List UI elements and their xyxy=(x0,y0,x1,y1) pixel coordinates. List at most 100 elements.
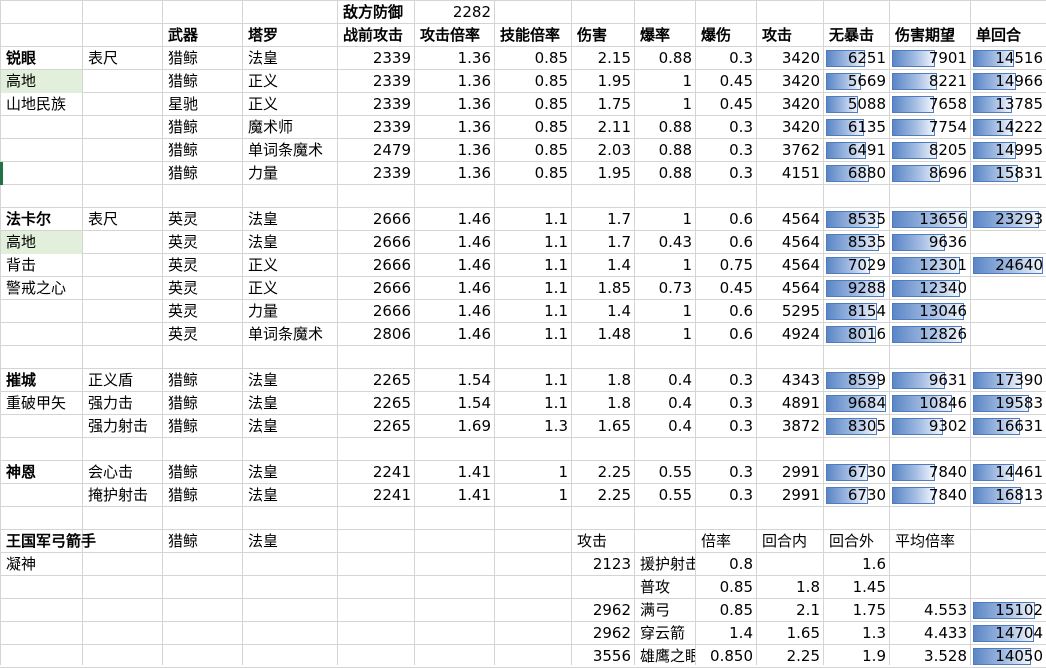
archer-in-round-cell[interactable]: 1.8 xyxy=(757,576,823,599)
atk-mult-cell[interactable]: 1.46 xyxy=(415,231,494,254)
atk-mult-cell[interactable]: 1.36 xyxy=(415,139,494,162)
dmg-cell[interactable]: 1.4 xyxy=(572,300,634,323)
atk-mult-cell[interactable]: 1.36 xyxy=(415,116,494,139)
dmg-cell[interactable]: 1.65 xyxy=(572,415,634,438)
atk-mult-cell[interactable]: 1.36 xyxy=(415,162,494,185)
weapon-cell[interactable]: 猎鲸 xyxy=(163,162,242,185)
tarot-cell[interactable]: 正义 xyxy=(243,254,337,277)
expected-cell[interactable]: 8205 xyxy=(890,139,970,162)
pre-atk-cell[interactable]: 2265 xyxy=(338,392,414,415)
expected-cell[interactable]: 8696 xyxy=(890,162,970,185)
skill-mult-cell[interactable]: 1 xyxy=(495,484,571,507)
single-round-cell[interactable]: 14966 xyxy=(971,70,1046,93)
archer-out-round-cell[interactable]: 1.45 xyxy=(824,576,889,599)
weapon-cell[interactable]: 英灵 xyxy=(163,254,242,277)
no-crit-cell[interactable]: 6135 xyxy=(824,116,889,139)
atk-mult-cell[interactable]: 1.46 xyxy=(415,254,494,277)
pre-atk-cell[interactable]: 2339 xyxy=(338,116,414,139)
atk-mult-cell[interactable]: 1.69 xyxy=(415,415,494,438)
sub-label[interactable]: 表尺 xyxy=(83,208,162,231)
column-header[interactable]: 攻击倍率 xyxy=(415,24,494,47)
column-header[interactable]: 伤害 xyxy=(572,24,634,47)
crit-rate-cell[interactable]: 1 xyxy=(635,323,695,346)
weapon-cell[interactable]: 猎鲸 xyxy=(163,484,242,507)
crit-dmg-cell[interactable]: 0.3 xyxy=(696,116,756,139)
pre-atk-cell[interactable]: 2339 xyxy=(338,70,414,93)
sub-label[interactable]: 凝神 xyxy=(1,553,82,576)
tarot-cell[interactable]: 法皇 xyxy=(243,484,337,507)
skill-mult-cell[interactable]: 1.1 xyxy=(495,254,571,277)
atk-cell[interactable]: 4924 xyxy=(757,323,823,346)
expected-cell[interactable]: 8221 xyxy=(890,70,970,93)
no-crit-cell[interactable]: 8016 xyxy=(824,323,889,346)
dmg-cell[interactable]: 1.4 xyxy=(572,254,634,277)
pre-atk-cell[interactable]: 2339 xyxy=(338,93,414,116)
tarot-cell[interactable]: 法皇 xyxy=(243,530,337,553)
sub-label[interactable]: 正义盾 xyxy=(83,369,162,392)
archer-atk-cell[interactable]: 2962 xyxy=(572,622,634,645)
archer-atk-cell[interactable]: 2123 xyxy=(572,553,634,576)
atk-mult-cell[interactable]: 1.46 xyxy=(415,323,494,346)
expected-cell[interactable]: 9636 xyxy=(890,231,970,254)
crit-rate-cell[interactable]: 0.4 xyxy=(635,415,695,438)
archer-out-round-cell[interactable]: 1.75 xyxy=(824,599,889,622)
skill-mult-cell[interactable]: 1.1 xyxy=(495,369,571,392)
crit-dmg-cell[interactable]: 0.3 xyxy=(696,484,756,507)
crit-rate-cell[interactable]: 0.88 xyxy=(635,162,695,185)
tarot-cell[interactable]: 魔术师 xyxy=(243,116,337,139)
tarot-cell[interactable]: 力量 xyxy=(243,162,337,185)
crit-dmg-cell[interactable]: 0.3 xyxy=(696,415,756,438)
crit-rate-cell[interactable]: 1 xyxy=(635,300,695,323)
weapon-cell[interactable]: 英灵 xyxy=(163,323,242,346)
archer-avg-cell[interactable]: 4.553 xyxy=(890,599,970,622)
single-round-cell[interactable]: 14704 xyxy=(971,622,1046,645)
single-round-cell[interactable] xyxy=(971,323,1046,346)
crit-rate-cell[interactable]: 0.55 xyxy=(635,484,695,507)
archer-header[interactable]: 攻击 xyxy=(572,530,634,553)
section-label[interactable]: 高地 xyxy=(1,70,82,93)
crit-dmg-cell[interactable]: 0.45 xyxy=(696,70,756,93)
single-round-cell[interactable]: 17390 xyxy=(971,369,1046,392)
atk-cell[interactable]: 3420 xyxy=(757,47,823,70)
crit-dmg-cell[interactable]: 0.45 xyxy=(696,277,756,300)
expected-cell[interactable]: 12826 xyxy=(890,323,970,346)
atk-cell[interactable]: 4564 xyxy=(757,254,823,277)
dmg-cell[interactable]: 1.8 xyxy=(572,392,634,415)
crit-rate-cell[interactable]: 0.88 xyxy=(635,116,695,139)
tarot-cell[interactable]: 正义 xyxy=(243,70,337,93)
enemy-def-label[interactable]: 敌方防御 xyxy=(338,1,414,24)
crit-rate-cell[interactable]: 0.73 xyxy=(635,277,695,300)
atk-mult-cell[interactable]: 1.54 xyxy=(415,392,494,415)
no-crit-cell[interactable]: 5669 xyxy=(824,70,889,93)
no-crit-cell[interactable]: 5088 xyxy=(824,93,889,116)
crit-dmg-cell[interactable]: 0.3 xyxy=(696,162,756,185)
single-round-cell[interactable]: 14461 xyxy=(971,461,1046,484)
skill-mult-cell[interactable]: 0.85 xyxy=(495,93,571,116)
atk-mult-cell[interactable]: 1.41 xyxy=(415,484,494,507)
section-label[interactable]: 警戒之心 xyxy=(1,277,82,300)
column-header[interactable]: 武器 xyxy=(163,24,242,47)
single-round-cell[interactable]: 14995 xyxy=(971,139,1046,162)
archer-header[interactable]: 平均倍率 xyxy=(890,530,970,553)
skill-mult-cell[interactable]: 0.85 xyxy=(495,70,571,93)
atk-cell[interactable]: 3420 xyxy=(757,116,823,139)
expected-cell[interactable]: 13046 xyxy=(890,300,970,323)
column-header[interactable]: 爆伤 xyxy=(696,24,756,47)
no-crit-cell[interactable]: 6880 xyxy=(824,162,889,185)
pre-atk-cell[interactable]: 2241 xyxy=(338,484,414,507)
crit-rate-cell[interactable]: 0.4 xyxy=(635,369,695,392)
section-title[interactable]: 法卡尔 xyxy=(1,208,82,231)
atk-cell[interactable]: 3420 xyxy=(757,93,823,116)
tarot-cell[interactable]: 单词条魔术 xyxy=(243,139,337,162)
weapon-cell[interactable]: 猎鲸 xyxy=(163,139,242,162)
archer-skill-cell[interactable]: 援护射击 xyxy=(635,553,695,576)
expected-cell[interactable]: 7840 xyxy=(890,484,970,507)
single-round-cell[interactable]: 14222 xyxy=(971,116,1046,139)
skill-mult-cell[interactable]: 1.1 xyxy=(495,300,571,323)
expected-cell[interactable]: 12301 xyxy=(890,254,970,277)
crit-dmg-cell[interactable]: 0.3 xyxy=(696,461,756,484)
atk-cell[interactable]: 3420 xyxy=(757,70,823,93)
column-header[interactable]: 战前攻击 xyxy=(338,24,414,47)
expected-cell[interactable]: 12340 xyxy=(890,277,970,300)
crit-rate-cell[interactable]: 1 xyxy=(635,208,695,231)
